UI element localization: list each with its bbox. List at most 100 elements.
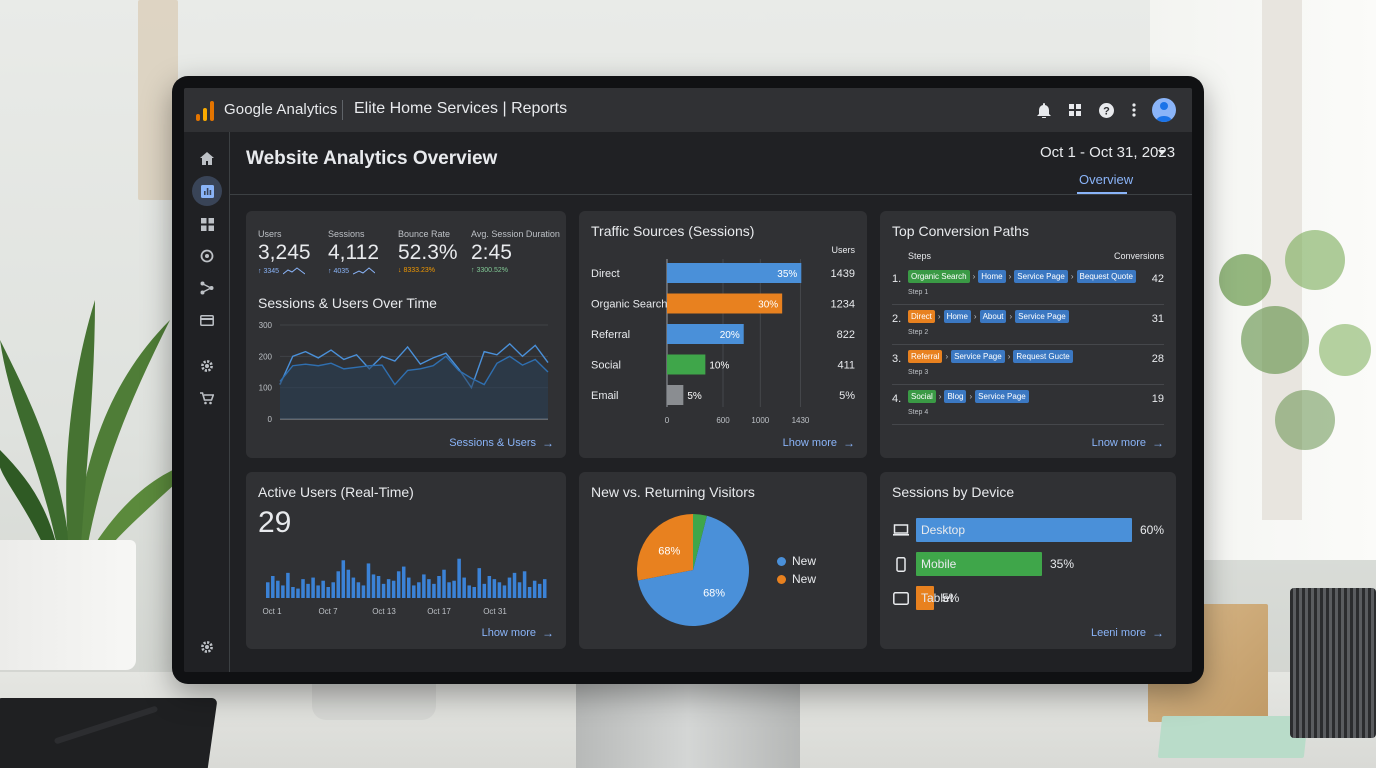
property-selector[interactable]: Elite Home Services | Reports <box>354 100 567 118</box>
kpi-value: 2:45 <box>471 241 512 264</box>
bar <box>467 585 471 598</box>
bar <box>356 582 361 598</box>
new-returning-card: New vs. Returning Visitors 68% 68% New Ne… <box>579 472 867 649</box>
kpi-sessions-card: Users 3,245 ↑ 3345 Sessions 4,112 ↑ 4035… <box>246 211 566 458</box>
traffic-more-link[interactable]: Lhow more → <box>783 436 855 450</box>
chevron-right-icon: › <box>1070 272 1074 281</box>
traffic-sources-bar-chart: 0 600 1000 1430 Direct 35% 1439 Organic Search 3… <box>591 259 855 425</box>
kpi-value: 52.3% <box>398 241 458 264</box>
device-row[interactable]: Desktop 60% <box>892 518 1164 542</box>
category-label: Organic Search <box>591 299 667 311</box>
kpi-bounce-rate[interactable]: Bounce Rate 52.3% ↓ 8333.23% <box>398 229 458 274</box>
path-chip: About <box>979 310 1007 323</box>
plant-pot <box>0 540 136 670</box>
svg-text:?: ? <box>1103 105 1110 117</box>
users-column-header: Users <box>831 245 855 255</box>
bar <box>321 580 325 598</box>
apps-grid-icon[interactable] <box>1065 100 1085 120</box>
bar <box>276 580 280 598</box>
device-more-link[interactable]: Leeni more → <box>1091 626 1164 640</box>
kpi-label: Users <box>258 229 282 239</box>
device-row[interactable]: Tablet 5% <box>892 586 1164 610</box>
path-chip: Blog <box>944 390 967 403</box>
path-chip: Service Page <box>975 390 1029 403</box>
conversion-count: 19 <box>1151 393 1164 405</box>
step-label: Step 4 <box>908 409 929 416</box>
bar <box>412 585 416 598</box>
bar <box>462 577 466 598</box>
advertising-icon[interactable] <box>195 308 219 332</box>
bar <box>371 574 376 598</box>
kpi-delta: ↑ 3345 <box>258 267 280 275</box>
phone-icon <box>892 556 910 572</box>
bar <box>396 571 401 598</box>
chevron-right-icon: › <box>969 392 973 401</box>
explore-icon[interactable] <box>195 244 219 268</box>
bar-value-label: 30% <box>758 300 778 311</box>
traffic-sources-card: Traffic Sources (Sessions) Users 0 600 100… <box>579 211 867 458</box>
y-tick-label: 200 <box>259 352 273 361</box>
kpi-value: 4,112 <box>328 241 379 264</box>
path-rank: 1. <box>892 273 902 285</box>
path-rank: 2. <box>892 313 902 325</box>
notebook <box>0 698 218 768</box>
bar <box>326 587 330 598</box>
settings-icon[interactable] <box>195 354 219 378</box>
conversion-path-row[interactable]: 4. Social › Blog › Service Page Step 4 19 <box>892 387 1164 425</box>
conversion-path-row[interactable]: 2. Direct › Home › About › Service Page Step 2 31 <box>892 307 1164 345</box>
step-label: Step 3 <box>908 369 929 376</box>
kpi-sessions[interactable]: Sessions 4,112 ↑ 4035 <box>328 229 379 275</box>
device-row[interactable]: Mobile 35% <box>892 552 1164 576</box>
funnel-icon[interactable] <box>195 276 219 300</box>
bar <box>417 582 421 598</box>
chevron-down-icon[interactable] <box>1158 150 1166 155</box>
active-users-bar-chart: Oct 1 Oct 7 Oct 13 Oct 17 Oct 31 <box>262 558 547 616</box>
arrow-right-icon: → <box>1152 626 1164 640</box>
kpi-label: Sessions <box>328 229 365 239</box>
kpi-delta: ↑ 3300.52% <box>471 267 508 274</box>
bar <box>472 587 476 598</box>
kpi-users[interactable]: Users 3,245 ↑ 3345 <box>258 229 311 275</box>
new-returning-pie-chart: 68% 68% <box>637 514 749 626</box>
legend-item: New <box>777 572 816 586</box>
bar <box>542 579 547 598</box>
admin-gear-icon[interactable] <box>195 635 219 659</box>
dashboards-icon[interactable] <box>195 212 219 236</box>
kpi-avg-session-duration[interactable]: Avg. Session Duration 2:45 ↑ 3300.52% <box>471 229 560 274</box>
more-vert-icon[interactable] <box>1124 100 1144 120</box>
legend-label: New <box>792 554 817 568</box>
arrow-right-icon: → <box>542 626 554 640</box>
path-chip: Social <box>908 390 936 403</box>
top-app-bar: Google Analytics Elite Home Services | R… <box>184 88 1192 132</box>
arrow-right-icon: → <box>542 436 554 450</box>
path-chips: Direct › Home › About › Service Page <box>908 310 1069 323</box>
bar <box>376 576 381 598</box>
left-nav <box>184 132 230 672</box>
bar <box>306 583 310 598</box>
bar-value-label: 20% <box>720 330 740 341</box>
tab-overview[interactable]: Overview <box>1079 172 1133 187</box>
reports-icon[interactable] <box>192 176 222 206</box>
help-icon[interactable]: ? <box>1096 100 1116 120</box>
path-chips: Social › Blog › Service Page <box>908 390 1029 403</box>
account-avatar[interactable] <box>1152 98 1176 122</box>
date-range-picker[interactable]: Oct 1 - Oct 31, 2023 <box>1040 144 1175 161</box>
category-label: Direct <box>591 268 620 280</box>
card-title: New vs. Returning Visitors <box>591 484 755 500</box>
cart-icon[interactable] <box>195 386 219 410</box>
conversion-path-row[interactable]: 1. Organic Search › Home › Service Page › Beque… <box>892 267 1164 305</box>
bar <box>517 582 522 598</box>
bar <box>401 566 406 598</box>
chevron-right-icon: › <box>1009 312 1013 321</box>
kpi-label: Bounce Rate <box>398 229 451 239</box>
conversion-path-row[interactable]: 3. Referral › Service Page › Request Gucte Ste… <box>892 347 1164 385</box>
sessions-users-link[interactable]: Sessions & Users → <box>449 436 554 450</box>
bar <box>361 585 366 598</box>
category-label: Email <box>591 390 619 402</box>
active-users-more-link[interactable]: Lhow more → <box>482 626 554 640</box>
bar <box>291 587 295 598</box>
home-icon[interactable] <box>195 146 219 170</box>
conversion-more-link[interactable]: Lnow more → <box>1092 436 1164 450</box>
bell-icon[interactable] <box>1034 100 1054 120</box>
device-percent: 5% <box>942 591 960 605</box>
